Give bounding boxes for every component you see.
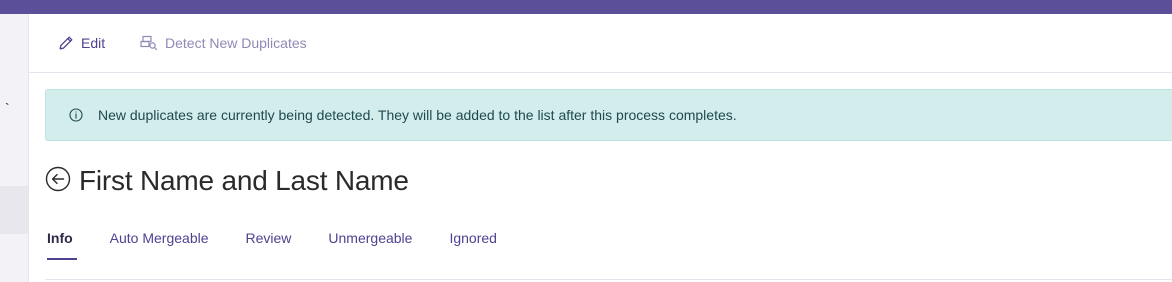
left-sidebar: ` xyxy=(0,14,29,282)
edit-button-label: Edit xyxy=(81,35,106,51)
main-content: Edit Detect New Duplicates New duplicate… xyxy=(29,14,1172,282)
tab-ignored[interactable]: Ignored xyxy=(449,230,496,260)
edit-button[interactable]: Edit xyxy=(58,35,105,51)
tabs-divider xyxy=(45,279,1172,280)
pencil-icon xyxy=(58,35,74,51)
tab-review[interactable]: Review xyxy=(246,230,292,260)
top-brand-bar xyxy=(0,0,1172,14)
info-alert: New duplicates are currently being detec… xyxy=(45,89,1172,141)
tab-auto-mergeable[interactable]: Auto Mergeable xyxy=(110,230,209,260)
action-toolbar: Edit Detect New Duplicates xyxy=(29,14,1172,73)
sidebar-glyph: ` xyxy=(5,100,10,116)
detect-new-duplicates-button[interactable]: Detect New Duplicates xyxy=(140,35,307,51)
detect-button-label: Detect New Duplicates xyxy=(165,35,307,51)
alert-message: New duplicates are currently being detec… xyxy=(98,107,737,123)
back-arrow-circle-icon[interactable] xyxy=(45,166,71,197)
sidebar-active-item[interactable] xyxy=(0,186,28,234)
page-title: First Name and Last Name xyxy=(79,165,409,196)
tab-bar: Info Auto Mergeable Review Unmergeable I… xyxy=(47,230,534,260)
info-circle-icon xyxy=(68,107,84,123)
page-header: First Name and Last Name xyxy=(45,165,409,197)
tab-info[interactable]: Info xyxy=(47,230,77,260)
tab-unmergeable[interactable]: Unmergeable xyxy=(328,230,412,260)
detect-duplicates-icon xyxy=(140,35,158,51)
